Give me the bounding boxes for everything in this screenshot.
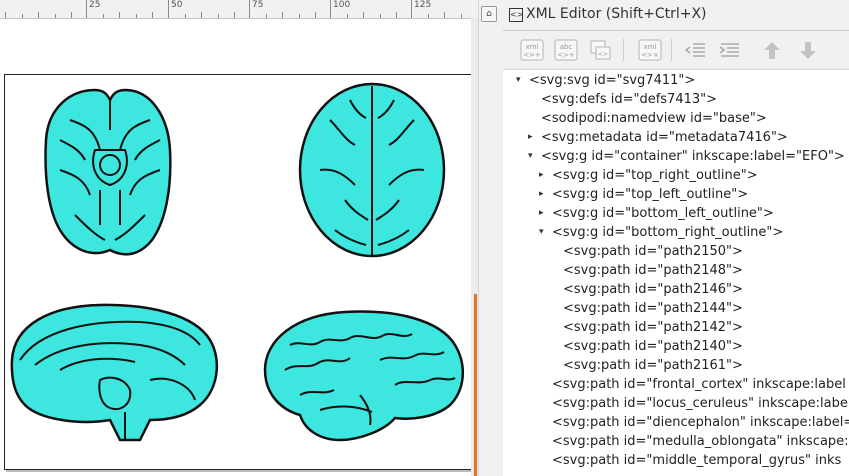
unindent-node-icon[interactable] (683, 38, 709, 62)
brain-ventral-view[interactable] (44, 88, 172, 256)
duplicate-node-button[interactable]: <> (587, 38, 613, 62)
tree-node[interactable]: <svg:path id="frontal_cortex" inkscape:l… (552, 375, 846, 394)
tree-node[interactable]: <svg:path id="path2161"> (563, 356, 743, 375)
tree-node[interactable]: <svg:path id="path2146"> (563, 280, 743, 299)
svg-text:<>: <> (598, 51, 608, 58)
toolbar-separator (671, 39, 672, 61)
collapse-arrow-icon[interactable]: ▾ (516, 71, 521, 90)
brain-drawings[interactable] (0, 0, 478, 476)
xml-toolbar: xml <>+ abc <>+ <> xml <>× (503, 31, 849, 70)
delete-node-button[interactable]: xml <>× (637, 38, 663, 62)
expand-arrow-icon[interactable]: ▸ (539, 185, 544, 204)
collapse-arrow-icon[interactable]: ▾ (539, 223, 544, 242)
brain-lateral-view[interactable] (263, 310, 465, 442)
toolbar-separator (623, 39, 624, 61)
expand-arrow-icon[interactable]: ▸ (539, 204, 544, 223)
delete-node-label: xml (644, 43, 657, 51)
new-element-node-button[interactable]: xml <>+ (519, 38, 545, 62)
tree-node[interactable]: <svg:path id="path2140"> (563, 337, 743, 356)
panel-splitter[interactable] (478, 0, 504, 476)
tree-node[interactable]: <svg:path id="path2148"> (563, 261, 743, 280)
new-text-label: abc (560, 43, 573, 51)
raise-node-icon[interactable] (759, 38, 785, 62)
collapse-arrow-icon[interactable]: ▾ (528, 147, 533, 166)
canvas-area[interactable]: 25 50 75 100 125 (0, 0, 478, 476)
lower-node-icon[interactable] (795, 38, 821, 62)
svg-text:<>×: <>× (641, 51, 659, 59)
xml-node-tree[interactable]: ▾ <svg:svg id="svg7411"> <svg:defs id="d… (503, 70, 849, 476)
brain-superior-view[interactable] (298, 82, 446, 258)
tree-node[interactable]: <svg:path id="path2144"> (563, 299, 743, 318)
tree-node[interactable]: <svg:path id="path2142"> (563, 318, 743, 337)
expand-arrow-icon[interactable]: ▸ (528, 128, 533, 147)
svg-text:<>+: <>+ (523, 51, 541, 59)
brain-sagittal-view[interactable] (10, 303, 218, 442)
tree-node[interactable]: <svg:g id="bottom_left_outline"> (552, 204, 774, 223)
xml-editor-panel: <> XML Editor (Shift+Ctrl+X) xml <>+ abc… (503, 0, 849, 476)
svg-text:<>+: <>+ (557, 51, 575, 59)
tree-node[interactable]: <svg:g id="top_right_outline"> (552, 166, 758, 185)
tree-node[interactable]: <svg:g id="top_left_outline"> (552, 185, 748, 204)
panel-title: XML Editor (Shift+Ctrl+X) (526, 6, 707, 22)
tree-node[interactable]: <svg:metadata id="metadata7416"> (541, 128, 788, 147)
tree-node[interactable]: <svg:svg id="svg7411"> (529, 71, 695, 90)
tree-node[interactable]: <svg:path id="medulla_oblongata" inkscap… (552, 432, 849, 451)
xml-editor-icon: <> (509, 8, 523, 22)
panel-header: <> XML Editor (Shift+Ctrl+X) (503, 0, 849, 31)
tree-node[interactable]: <svg:path id="diencephalon" inkscape:lab… (552, 413, 849, 432)
new-text-node-button[interactable]: abc <>+ (553, 38, 579, 62)
vertical-scrollbar-thumb[interactable] (474, 294, 477, 476)
dock-toggle-icon[interactable]: ⌂ (481, 6, 497, 22)
expand-arrow-icon[interactable]: ▸ (539, 166, 544, 185)
tree-node[interactable]: <svg:path id="locus_ceruleus" inkscape:l… (552, 394, 849, 413)
new-element-label: xml (526, 43, 539, 51)
indent-node-icon[interactable] (717, 38, 743, 62)
tree-node[interactable]: <svg:path id="middle_temporal_gyrus" ink… (552, 451, 841, 470)
tree-node[interactable]: <sodipodi:namedview id="base"> (541, 109, 767, 128)
tree-node[interactable]: <svg:g id="container" inkscape:label="EF… (541, 147, 845, 166)
tree-node[interactable]: <svg:path id="path2150"> (563, 242, 743, 261)
tree-node[interactable]: <svg:defs id="defs7413"> (541, 90, 717, 109)
tree-node[interactable]: <svg:g id="bottom_right_outline"> (552, 223, 783, 242)
